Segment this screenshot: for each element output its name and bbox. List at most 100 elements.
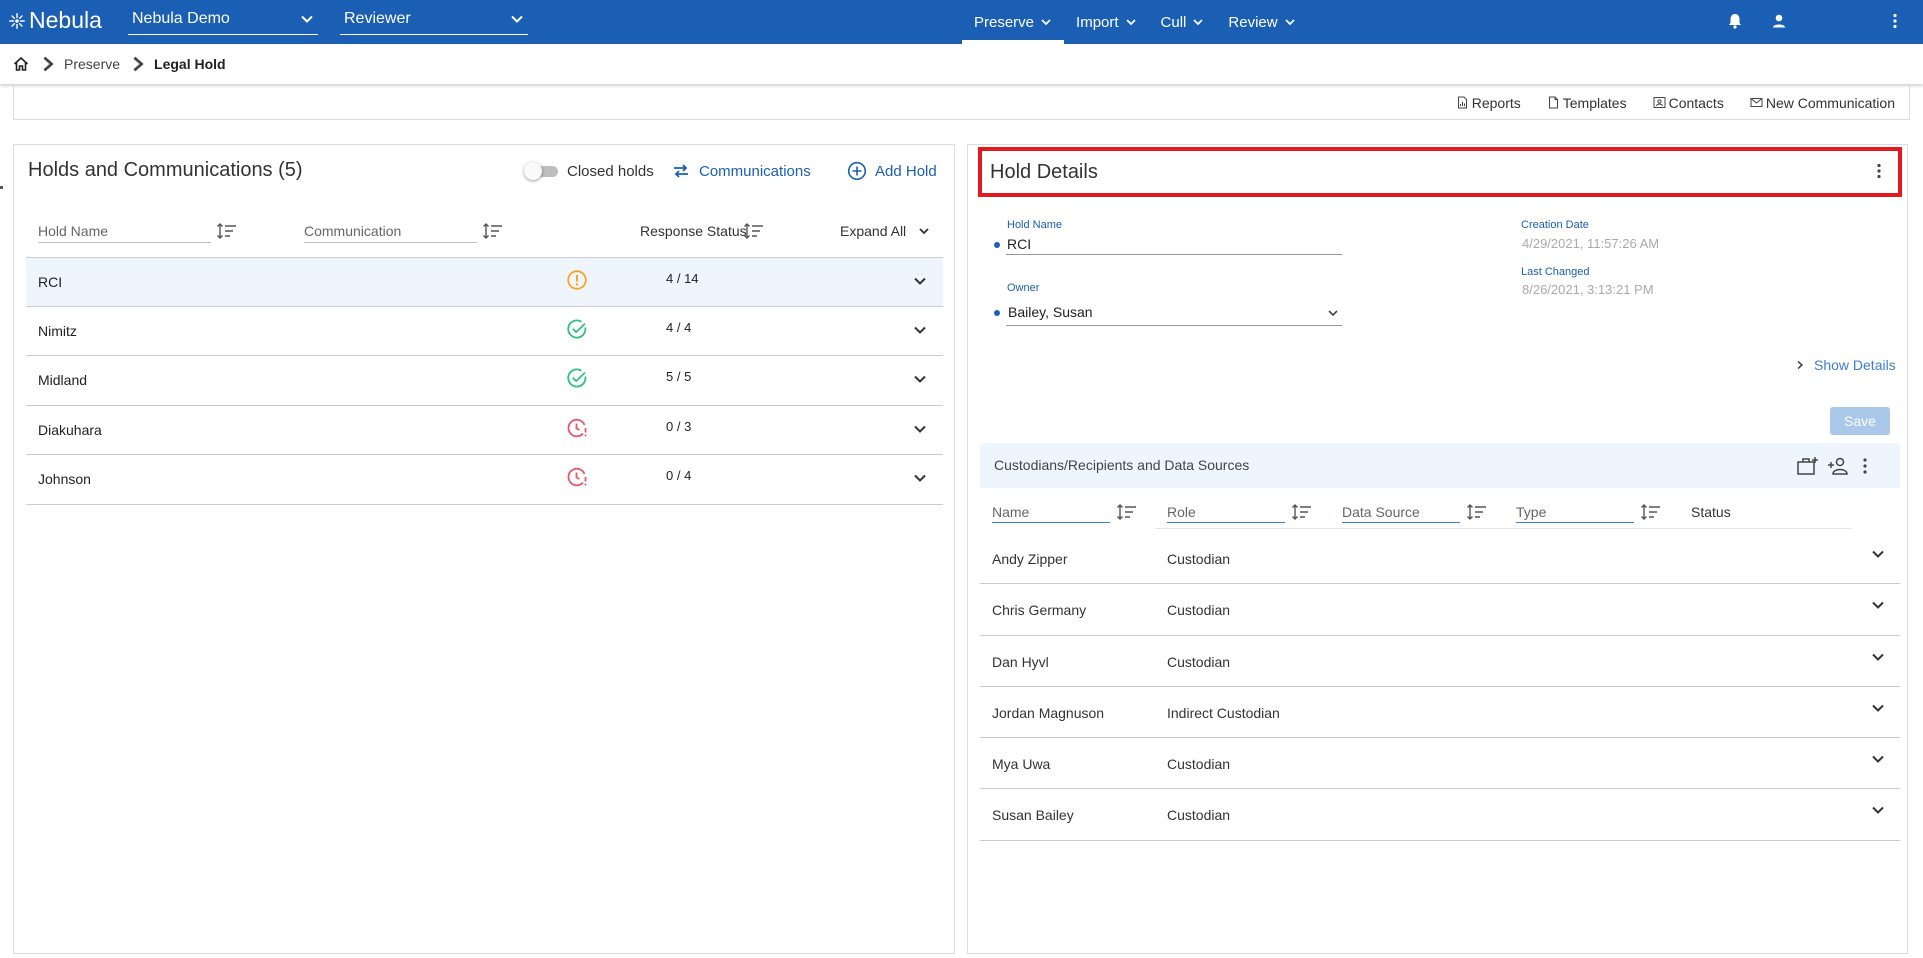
chevron-right-icon (43, 56, 54, 72)
templates-button[interactable]: Templates (1547, 95, 1627, 111)
hold-name: Midland (38, 372, 88, 388)
hold-row-nimitz[interactable]: Nimitz 4 / 4 (26, 307, 943, 356)
custodian-row[interactable]: Dan Hyvl Custodian (980, 636, 1900, 687)
nav-preserve-label: Preserve (974, 13, 1035, 31)
hold-name-filter[interactable]: Hold Name (38, 223, 211, 243)
custodian-row[interactable]: Andy Zipper Custodian (980, 533, 1900, 585)
custodian-row[interactable]: Jordan Magnuson Indirect Custodian (980, 687, 1900, 739)
chevron-down-icon[interactable] (1871, 752, 1885, 766)
contacts-button[interactable]: Contacts (1653, 95, 1724, 111)
hold-details-header: Hold Details (978, 147, 1902, 197)
chevron-down-icon[interactable] (1871, 650, 1885, 664)
more-vertical-icon (1893, 13, 1897, 29)
app-menu-button[interactable] (1884, 10, 1906, 32)
nav-review[interactable]: Review (1216, 0, 1307, 44)
custodian-name: Susan Bailey (992, 807, 1074, 824)
role-value: Reviewer (344, 10, 411, 27)
workspace-select[interactable]: Nebula Demo (128, 8, 318, 35)
communication-filter[interactable]: Communication (304, 223, 477, 243)
add-person-icon[interactable] (1826, 455, 1850, 477)
creation-date-label: Creation Date (1521, 219, 1589, 231)
chevron-down-icon[interactable] (1327, 307, 1339, 319)
more-vertical-icon[interactable] (1856, 455, 1874, 477)
sort-icon[interactable] (1291, 503, 1313, 521)
custodians-list: Andy Zipper Custodian Chris Germany Cust… (980, 533, 1900, 841)
hold-name: Johnson (38, 471, 91, 487)
closed-holds-toggle[interactable] (524, 161, 560, 181)
hold-row-diakuhara[interactable]: Diakuhara 0 / 3 (26, 406, 943, 455)
header-divider (1155, 528, 1852, 529)
required-indicator (994, 310, 1000, 316)
clock-alert-icon (567, 418, 587, 437)
chevron-down-icon[interactable] (913, 422, 927, 436)
hold-row-johnson[interactable]: Johnson 0 / 4 (26, 455, 943, 505)
chevron-down-icon[interactable] (1871, 803, 1885, 817)
chevron-down-icon[interactable] (1871, 547, 1885, 561)
chevron-down-icon (511, 15, 523, 23)
home-icon[interactable] (12, 55, 30, 73)
chevron-down-icon[interactable] (913, 372, 927, 386)
sort-icon[interactable] (216, 222, 238, 240)
custodian-row[interactable]: Chris Germany Custodian (980, 584, 1900, 636)
logo-text: Nebula (29, 7, 102, 33)
sort-icon[interactable] (1640, 503, 1662, 521)
hold-name-input[interactable]: RCI (1007, 236, 1031, 252)
more-vertical-icon[interactable] (1870, 162, 1888, 180)
reports-button[interactable]: Reports (1456, 95, 1521, 111)
chevron-down-icon[interactable] (1871, 598, 1885, 612)
data-source-filter[interactable]: Data Source (1342, 504, 1460, 523)
communications-label: Communications (699, 162, 811, 180)
toggle-knob (524, 162, 542, 180)
chevron-down-icon (1041, 19, 1051, 26)
sort-icon[interactable] (482, 222, 504, 240)
custodian-row[interactable]: Susan Bailey Custodian (980, 789, 1900, 841)
warning-circle-icon (567, 270, 587, 290)
nav-import[interactable]: Import (1064, 0, 1149, 44)
show-details-link[interactable]: Show Details (1795, 357, 1896, 373)
custodians-header: Custodians/Recipients and Data Sources (980, 443, 1900, 488)
chevron-down-icon[interactable] (1871, 701, 1885, 715)
hold-name: Nimitz (38, 322, 77, 339)
contact-card-icon (1653, 97, 1666, 108)
custodian-name: Andy Zipper (992, 551, 1068, 567)
new-communication-button[interactable]: New Communication (1750, 95, 1895, 111)
owner-select[interactable]: Bailey, Susan (1008, 304, 1093, 320)
add-hold-button[interactable]: Add Hold (847, 161, 937, 181)
nebula-logo-icon (9, 12, 25, 29)
hold-row-rci[interactable]: RCI 4 / 14 (26, 257, 943, 307)
chevron-down-icon (1125, 19, 1136, 26)
custodian-row[interactable]: Mya Uwa Custodian (980, 738, 1900, 790)
response-status-header: Response Status (640, 223, 747, 239)
nav-preserve[interactable]: Preserve (962, 0, 1065, 44)
user-icon (1773, 14, 1785, 28)
custodian-name: Mya Uwa (992, 756, 1051, 773)
nav-cull[interactable]: Cull (1149, 0, 1217, 44)
type-filter[interactable]: Type (1516, 504, 1634, 523)
notifications-button[interactable] (1724, 10, 1746, 32)
user-button[interactable] (1768, 10, 1790, 32)
hold-row-midland[interactable]: Midland 5 / 5 (26, 356, 943, 406)
sort-icon[interactable] (743, 222, 765, 240)
nebula-logo[interactable]: Nebula (8, 7, 102, 34)
breadcrumb-preserve[interactable]: Preserve (64, 56, 120, 72)
response-count: 4 / 4 (666, 319, 692, 335)
sort-icon[interactable] (1466, 503, 1488, 521)
chevron-down-icon[interactable] (913, 323, 927, 337)
custodian-name: Jordan Magnuson (992, 704, 1105, 721)
chevron-down-icon[interactable] (913, 274, 927, 288)
hold-name-label: Hold Name (1007, 219, 1063, 231)
expand-all-button[interactable]: Expand All (840, 223, 930, 239)
chevron-down-icon[interactable] (913, 471, 927, 485)
role-filter[interactable]: Role (1167, 504, 1285, 523)
name-filter[interactable]: Name (992, 504, 1110, 523)
add-data-source-icon[interactable] (1796, 455, 1820, 477)
role-select[interactable]: Reviewer (340, 8, 528, 35)
custodian-role: Custodian (1167, 551, 1231, 567)
custodians-columns: Name Role Data Source Type Status (980, 490, 1900, 530)
save-button[interactable]: Save (1830, 407, 1890, 435)
chevron-down-icon (919, 228, 929, 235)
add-hold-label: Add Hold (875, 162, 937, 180)
sort-icon[interactable] (1116, 503, 1138, 521)
main-nav: Preserve Import Cull Review (962, 0, 1308, 44)
communications-button[interactable]: Communications (671, 161, 811, 181)
